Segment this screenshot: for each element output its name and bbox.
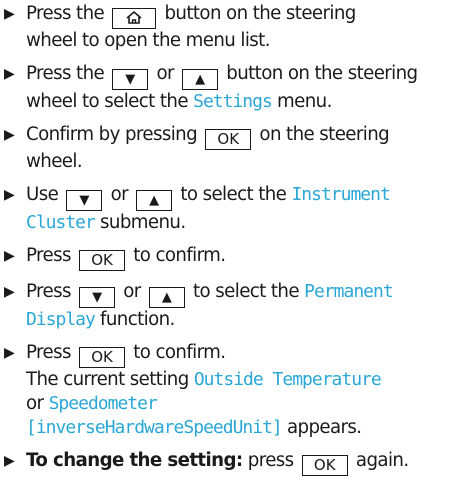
step-select-settings: ▶ Press the ▼ or ▲ button on the steerin… xyxy=(0,62,464,114)
step-text: again. xyxy=(355,450,409,471)
step-text: press xyxy=(247,450,294,471)
down-button-key: ▼ xyxy=(66,190,103,211)
step-bold-heading: To change the setting: xyxy=(26,450,243,471)
bullet-arrow-icon: ▶ xyxy=(4,127,15,143)
step-confirm: ▶ Press OK to confirm. xyxy=(0,244,464,271)
setting-term-speedometer: Speedometer xyxy=(48,393,158,414)
ok-button-key: OK xyxy=(205,129,252,150)
menu-term-instrument: Instrument xyxy=(291,184,390,205)
step-text: button on the steering xyxy=(164,3,356,24)
step-text: Press xyxy=(26,245,71,266)
menu-term-settings: Settings xyxy=(193,91,273,112)
ok-button-key: OK xyxy=(301,455,348,476)
ok-button-key: OK xyxy=(79,250,126,271)
step-text: wheel to select the xyxy=(26,91,189,112)
step-text: button on the steering xyxy=(226,63,418,84)
home-button-key xyxy=(112,8,157,29)
bullet-arrow-icon: ▶ xyxy=(4,6,15,22)
step-confirm: ▶ Confirm by pressing OK on the steering… xyxy=(0,123,464,174)
bullet-arrow-icon: ▶ xyxy=(4,453,15,469)
instruction-list: ▶ Press the button on the steering wheel… xyxy=(0,2,464,485)
step-text: function. xyxy=(100,309,175,330)
step-text: wheel to open the menu list. xyxy=(26,30,271,51)
step-text: to select the xyxy=(180,184,287,205)
menu-term-cluster: Cluster xyxy=(26,212,96,233)
step-text: Use xyxy=(26,184,59,205)
step-text: or xyxy=(156,63,174,84)
menu-term-permanent: Permanent xyxy=(304,281,394,302)
step-text: Confirm by pressing xyxy=(26,124,198,145)
step-select-instrument-cluster: ▶ Use ▼ or ▲ to select the Instrument Cl… xyxy=(0,183,464,235)
setting-term-speed-unit: [inverseHardwareSpeedUnit] xyxy=(26,417,283,438)
up-button-key: ▲ xyxy=(182,69,219,90)
step-text: or xyxy=(110,184,129,205)
step-open-menu: ▶ Press the button on the steering wheel… xyxy=(0,2,464,53)
bullet-arrow-icon: ▶ xyxy=(4,345,15,361)
ok-button-key: OK xyxy=(79,347,126,368)
home-icon xyxy=(126,10,142,24)
up-button-key: ▲ xyxy=(136,190,173,211)
step-text: to select the xyxy=(193,281,300,302)
step-text: wheel. xyxy=(26,151,83,172)
bullet-arrow-icon: ▶ xyxy=(4,248,15,264)
bullet-arrow-icon: ▶ xyxy=(4,284,15,300)
step-text: Press the xyxy=(26,63,105,84)
step-text: The current setting xyxy=(26,369,189,390)
step-text: submenu. xyxy=(100,212,186,233)
step-change-setting: ▶ To change the setting: press OK again. xyxy=(0,449,464,476)
step-confirm-setting: ▶ Press OK to confirm. The current setti… xyxy=(0,341,464,440)
up-button-key: ▲ xyxy=(148,287,185,308)
step-text: Press the xyxy=(26,3,105,24)
step-text: Press xyxy=(26,342,71,363)
step-text: or xyxy=(26,393,44,414)
menu-term-display: Display xyxy=(26,309,96,330)
step-text: Press xyxy=(26,281,71,302)
step-text: on the steering xyxy=(259,124,390,145)
step-select-permanent-display: ▶ Press ▼ or ▲ to select the Permanent D… xyxy=(0,280,464,332)
step-text: or xyxy=(123,281,141,302)
down-button-key: ▼ xyxy=(112,69,149,90)
bullet-arrow-icon: ▶ xyxy=(4,66,15,82)
step-text: to confirm. xyxy=(133,342,226,363)
down-button-key: ▼ xyxy=(79,287,116,308)
step-text: to confirm. xyxy=(133,245,226,266)
bullet-arrow-icon: ▶ xyxy=(4,187,15,203)
setting-term-outside-temperature: Outside Temperature xyxy=(193,369,382,390)
step-text: menu. xyxy=(277,91,332,112)
step-text: appears. xyxy=(286,417,362,438)
